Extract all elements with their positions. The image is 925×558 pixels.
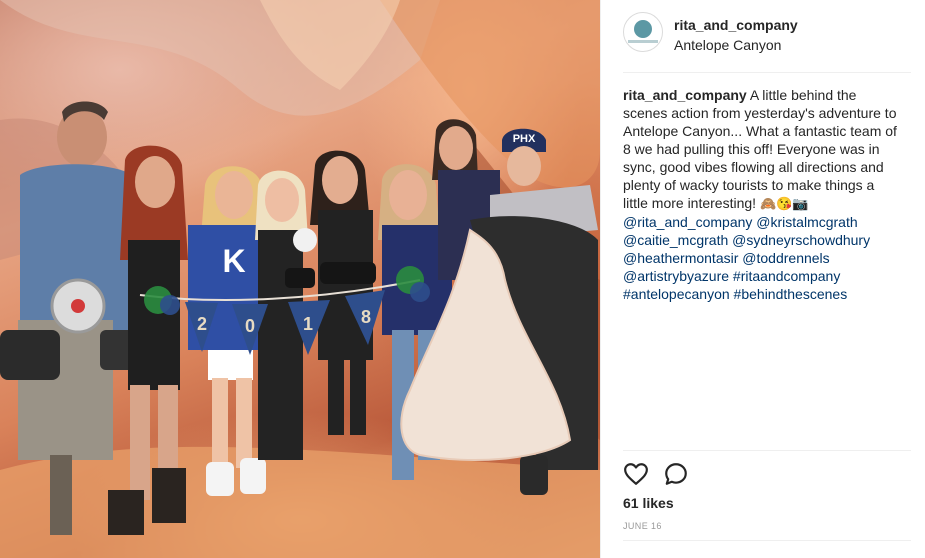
mention-sydney[interactable]: @sydneyrschowdhury	[732, 232, 870, 248]
heart-outline-icon	[624, 463, 648, 485]
banner-char-4: 8	[361, 307, 371, 327]
hashtag-antelopecanyon[interactable]: #antelopecanyon	[623, 286, 730, 302]
like-button[interactable]	[623, 461, 649, 487]
brand-logo-icon	[634, 20, 652, 38]
jacket-letter: K	[222, 243, 245, 279]
post-header: rita_and_company Antelope Canyon	[623, 12, 911, 56]
likes-count[interactable]: 61 likes	[623, 495, 674, 511]
brand-logo-text-mark	[628, 40, 658, 43]
post-caption: rita_and_company A little behind the sce…	[623, 86, 899, 303]
avatar[interactable]	[623, 12, 663, 52]
caption-text: A little behind the scenes action from y…	[623, 87, 897, 211]
post-username[interactable]: rita_and_company	[674, 17, 798, 33]
post-photo[interactable]: K PHX 2 0 1 8	[0, 0, 600, 558]
mention-kristal[interactable]: @kristalmcgrath	[756, 214, 857, 230]
caption-username[interactable]: rita_and_company	[623, 87, 747, 103]
header-divider	[623, 72, 911, 73]
hashtag-behindthescenes[interactable]: #behindthescenes	[734, 286, 848, 302]
banner-char-1: 2	[197, 314, 207, 334]
banner-char-3: 1	[303, 314, 313, 334]
actions-divider	[623, 450, 911, 451]
mention-heather[interactable]: @heathermontasir	[623, 250, 738, 266]
post-location[interactable]: Antelope Canyon	[674, 37, 781, 53]
mention-todd[interactable]: @toddrennels	[742, 250, 829, 266]
speech-bubble-icon	[665, 463, 687, 485]
caption-emojis: 🙈😘📷	[759, 196, 809, 211]
mention-rita[interactable]: @rita_and_company	[623, 214, 752, 230]
post-side-panel: rita_and_company Antelope Canyon rita_an…	[601, 0, 925, 558]
mention-artistry[interactable]: @artistrybyazure	[623, 268, 729, 284]
banner-char-2: 0	[245, 316, 255, 336]
hashtag-ritaandcompany[interactable]: #ritaandcompany	[733, 268, 840, 284]
photo-canvas: K PHX 2 0 1 8	[0, 0, 600, 558]
cap-text: PHX	[513, 133, 536, 145]
mention-caitie[interactable]: @caitie_mcgrath	[623, 232, 728, 248]
comment-button[interactable]	[663, 461, 689, 487]
post-date[interactable]: JUNE 16	[623, 521, 662, 531]
bottom-divider	[623, 540, 911, 541]
